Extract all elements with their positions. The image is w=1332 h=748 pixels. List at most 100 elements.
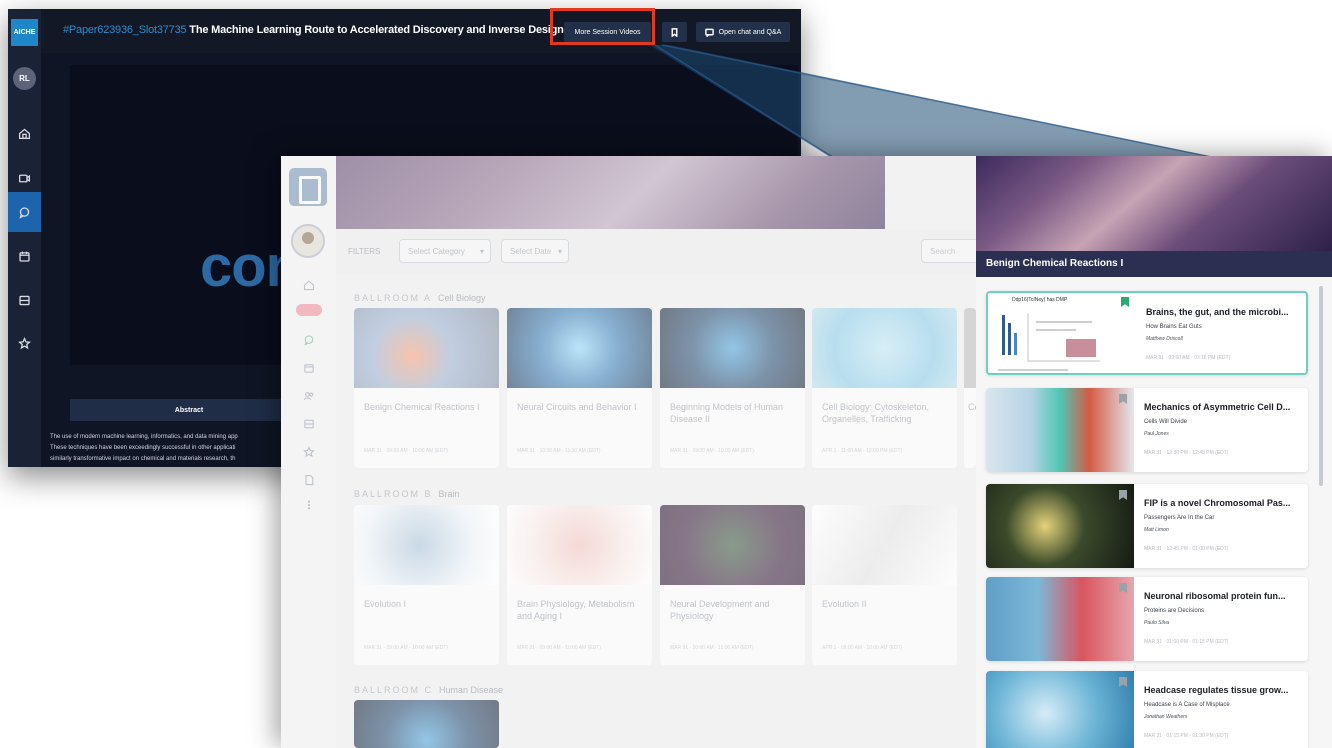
video-title: FIP is a novel Chromosomal Pas... <box>1144 498 1291 508</box>
category-select[interactable]: Select Category <box>399 239 491 263</box>
session-time: APR 1 · 09:00 AM - 10:00 AM (EDT) <box>822 645 903 651</box>
session-card[interactable]: Evolution II APR 1 · 09:00 AM - 10:00 AM… <box>812 505 957 665</box>
video-card[interactable]: Mechanics of Asymmetric Cell D... Cells … <box>986 388 1308 472</box>
video-thumbnail <box>986 671 1134 748</box>
session-thumbnail <box>354 505 499 585</box>
more-session-videos-panel: Benign Chemical Reactions I Ddp16(TcINey… <box>976 156 1332 748</box>
video-author: Jonathan Weathers <box>1144 714 1188 720</box>
session-card[interactable]: Evolution I MAR 31 · 09:00 AM - 10:00 AM… <box>354 505 499 665</box>
session-title: Brain Physiology, Metabolism and Aging I <box>517 599 635 621</box>
video-author: Paul Jones <box>1144 431 1169 437</box>
home-icon[interactable] <box>300 276 318 294</box>
session-card[interactable]: Cell Biology: Cytoskeleton, Organelles, … <box>812 308 957 468</box>
sessions-browser-window: FILTERS Select Category Select Date Sear… <box>281 156 1332 748</box>
aiche-logo[interactable]: AICHE <box>11 19 38 46</box>
video-subtitle: Cells Will Divide <box>1144 419 1188 425</box>
session-thumbnail <box>354 700 499 748</box>
chat-bubble-icon[interactable] <box>300 331 318 349</box>
video-title: Neuronal ribosomal protein fun... <box>1144 591 1286 601</box>
video-time: MAR 31 · 09:00 AM - 03:15 PM (EDT) <box>1146 355 1231 361</box>
video-subtitle: Headcase is A Case of Misplace <box>1144 702 1230 708</box>
session-card[interactable]: Brain Physiology, Metabolism and Aging I… <box>507 505 652 665</box>
bookmark-icon <box>671 27 678 37</box>
video-author: Matthew Driscoll <box>1146 336 1183 342</box>
schedule-list-icon[interactable] <box>8 289 41 311</box>
session-thumbnail <box>812 308 957 388</box>
open-chat-button[interactable]: Open chat and Q&A <box>696 22 790 42</box>
calendar-icon[interactable] <box>300 359 318 377</box>
video-title: #Paper623936_Slot37735 The Machine Learn… <box>63 24 596 36</box>
session-title: Neural Development and Physiology <box>670 599 770 621</box>
app-side-rail <box>281 156 336 748</box>
video-title: Brains, the gut, and the microbi... <box>1146 307 1289 317</box>
chart-figure-graphic <box>998 313 1100 371</box>
left-nav-rail: AICHE RL <box>8 9 41 467</box>
video-thumbnail <box>986 577 1134 661</box>
people-icon[interactable] <box>300 387 318 405</box>
star-icon[interactable] <box>8 332 41 354</box>
session-card[interactable]: Beginning Models of Human Disease II MAR… <box>660 308 805 468</box>
section-heading-ballroom-c: BALLROOM C Human Disease <box>354 685 503 695</box>
chat-icon <box>704 28 714 37</box>
filters-bar: FILTERS Select Category Select Date Sear… <box>336 229 1041 275</box>
video-camera-icon[interactable] <box>8 167 41 189</box>
bookmark-button[interactable] <box>662 22 687 42</box>
session-card[interactable]: Ce <box>964 308 976 468</box>
live-badge[interactable] <box>296 304 322 316</box>
video-title: Mechanics of Asymmetric Cell D... <box>1144 402 1291 412</box>
video-title-text: The Machine Learning Route to Accelerate… <box>189 24 596 36</box>
video-card[interactable]: Neuronal ribosomal protein fun... Protei… <box>986 577 1308 661</box>
session-title: Ce <box>968 402 976 412</box>
panel-title: Benign Chemical Reactions I <box>986 258 1124 269</box>
section-room: BALLROOM C <box>354 685 434 695</box>
schedule-list-icon[interactable] <box>300 415 318 433</box>
section-room: BALLROOM A <box>354 293 433 303</box>
date-select[interactable]: Select Date <box>501 239 569 263</box>
user-avatar[interactable]: RL <box>13 67 36 90</box>
video-subtitle: Passengers Are In the Car <box>1144 515 1215 521</box>
video-author: Paulo Silva <box>1144 620 1170 626</box>
video-card[interactable]: FIP is a novel Chromosomal Pas... Passen… <box>986 484 1308 568</box>
session-time: MAR 31 · 09:00 AM - 10:00 AM (EDT) <box>364 645 448 651</box>
chat-bubble-icon[interactable] <box>8 201 41 223</box>
video-thumbnail <box>986 484 1134 568</box>
session-card[interactable]: Neural Circuits and Behavior I MAR 31 · … <box>507 308 652 468</box>
session-title: Benign Chemical Reactions I <box>364 402 480 412</box>
star-icon[interactable] <box>300 443 318 461</box>
video-thumbnail: Ddp16(TcINey) has DMP <box>988 293 1136 373</box>
video-subtitle: How Brains Eat Guts <box>1146 324 1202 330</box>
session-time: MAR 31 · 10:30 AM - 11:30 AM (EDT) <box>517 448 601 454</box>
tab-abstract[interactable]: Abstract <box>70 399 308 421</box>
bookmark-icon[interactable] <box>1119 490 1127 500</box>
session-title: Evolution I <box>364 599 407 609</box>
video-time: MAR 31 · 12:30 PM - 12:45 PM (EDT) <box>1144 450 1229 456</box>
abstract-line: similarly transformative impact on chemi… <box>50 456 236 462</box>
session-thumbnail <box>660 308 805 388</box>
session-card[interactable] <box>354 700 499 748</box>
open-chat-label: Open chat and Q&A <box>718 28 782 36</box>
session-time: MAR 31 · 09:00 AM - 10:00 AM (EDT) <box>517 645 601 651</box>
session-thumbnail <box>660 505 805 585</box>
paper-tag[interactable]: #Paper623936_Slot37735 <box>63 24 187 36</box>
bookmark-icon[interactable] <box>1119 677 1127 687</box>
app-logo[interactable] <box>289 168 327 206</box>
more-vertical-icon[interactable] <box>300 496 318 514</box>
session-time: MAR 31 · 10:00 AM - 11:00 AM (EDT) <box>670 645 754 651</box>
home-icon[interactable] <box>8 122 41 144</box>
video-thumbnail <box>986 388 1134 472</box>
panel-scrollbar[interactable] <box>1319 286 1323 486</box>
bookmark-icon[interactable] <box>1119 583 1127 593</box>
profile-avatar[interactable] <box>291 224 325 258</box>
video-card[interactable]: Headcase regulates tissue grow... Headca… <box>986 671 1308 748</box>
panel-banner-image <box>976 156 1332 251</box>
video-card[interactable]: Ddp16(TcINey) has DMP Brains, the gut, a… <box>986 291 1308 375</box>
session-card[interactable]: Benign Chemical Reactions I MAR 31 · 09:… <box>354 308 499 468</box>
session-thumbnail <box>354 308 499 388</box>
session-card[interactable]: Neural Development and Physiology MAR 31… <box>660 505 805 665</box>
document-icon[interactable] <box>300 471 318 489</box>
abstract-body: The use of modern machine learning, info… <box>50 432 310 465</box>
calendar-icon[interactable] <box>8 245 41 267</box>
bookmark-icon[interactable] <box>1119 394 1127 404</box>
section-room: BALLROOM B <box>354 489 433 499</box>
filters-label: FILTERS <box>348 247 381 256</box>
